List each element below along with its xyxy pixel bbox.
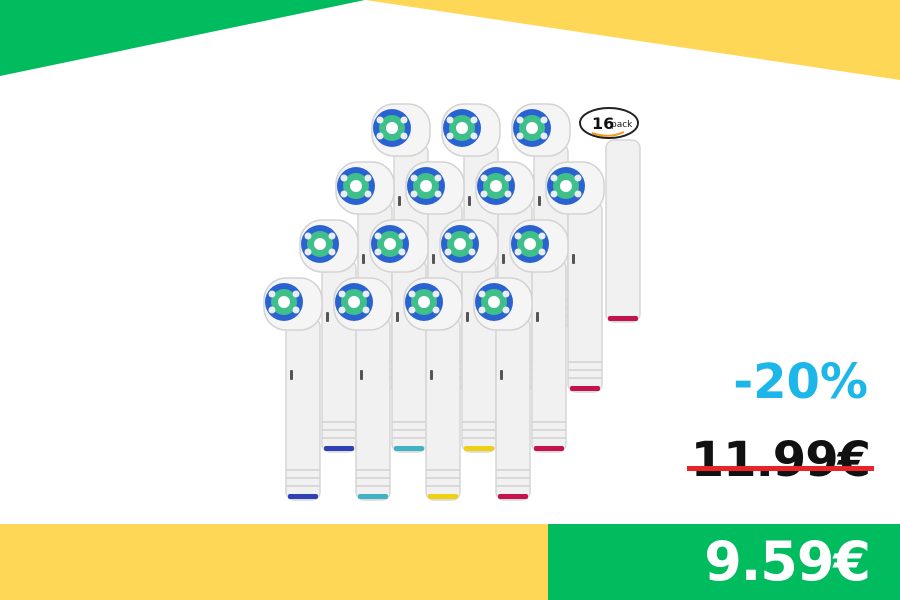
price-bar-yellow-section [0, 524, 548, 600]
toothbrush-head [605, 139, 641, 323]
toothbrush-heads-image: 16 pack [250, 96, 650, 502]
pack-badge-word: pack [611, 120, 633, 130]
price-bar-green-section: 9.59€ [548, 524, 900, 600]
top-corner-decoration [0, 0, 900, 80]
final-price: 9.59€ [704, 530, 871, 593]
strike-through-line [686, 466, 874, 471]
pack-badge: 16 pack [579, 107, 639, 139]
discount-label: -20% [733, 354, 868, 410]
toothbrush-heads-illustration [263, 103, 641, 501]
toothbrush-head [263, 277, 323, 501]
old-price-text: 11.99€ [690, 432, 871, 488]
old-price: 11.99€ [686, 432, 874, 488]
price-bar: 9.59€ [0, 524, 900, 600]
